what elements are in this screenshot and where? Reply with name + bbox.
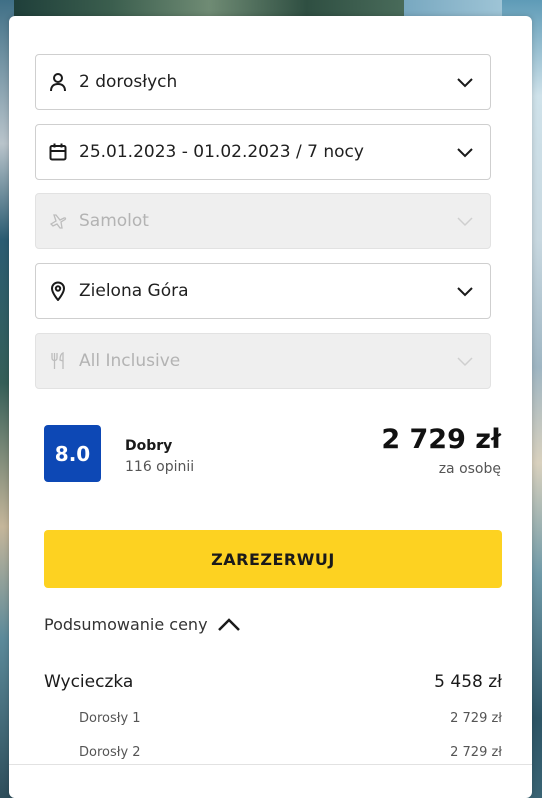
summary-line-label: Dorosły 1 [79, 711, 141, 726]
summary-trip-total: 5 458 zł [434, 672, 502, 692]
travellers-value: 2 dorosłych [79, 72, 178, 92]
summary-trip-label: Wycieczka [44, 672, 134, 692]
price-summary-label: Podsumowanie ceny [44, 614, 208, 634]
summary-line: Dorosły 1 2 729 zł [79, 711, 502, 726]
summary-line-amount: 2 729 zł [450, 711, 502, 726]
transport-select: Samolot [35, 193, 491, 249]
departure-city-value: Zielona Góra [79, 281, 189, 301]
calendar-icon [48, 142, 68, 162]
dates-value: 25.01.2023 - 01.02.2023 / 7 nocy [79, 142, 364, 162]
board-select: All Inclusive [35, 333, 491, 389]
chevron-up-icon [217, 618, 240, 631]
chevron-down-icon [457, 357, 473, 367]
dates-select[interactable]: 25.01.2023 - 01.02.2023 / 7 nocy [35, 124, 491, 180]
chevron-down-icon [457, 78, 473, 88]
price-summary-toggle[interactable]: Podsumowanie ceny [44, 612, 242, 636]
reviews-count[interactable]: 116 opinii [125, 459, 194, 475]
chevron-down-icon [457, 217, 473, 227]
summary-trip-row: Wycieczka 5 458 zł [44, 672, 502, 692]
departure-city-select[interactable]: Zielona Góra [35, 263, 491, 319]
cutlery-icon [48, 351, 68, 371]
location-pin-icon [48, 281, 68, 301]
book-button[interactable]: ZAREZERWUJ [44, 530, 502, 588]
price-per-person: 2 729 zł [381, 424, 501, 455]
transport-value: Samolot [79, 211, 149, 231]
summary-line: Dorosły 2 2 729 zł [79, 745, 502, 760]
chevron-down-icon [457, 148, 473, 158]
travellers-select[interactable]: 2 dorosłych [35, 54, 491, 110]
divider [9, 764, 532, 765]
rating-score-badge: 8.0 [44, 425, 101, 482]
rating-label: Dobry [125, 438, 173, 454]
plane-icon [48, 211, 68, 231]
board-value: All Inclusive [79, 351, 181, 371]
chevron-down-icon [457, 287, 473, 297]
summary-line-label: Dorosły 2 [79, 745, 141, 760]
price-note: za osobę [438, 461, 501, 477]
person-icon [48, 72, 68, 92]
summary-line-amount: 2 729 zł [450, 745, 502, 760]
